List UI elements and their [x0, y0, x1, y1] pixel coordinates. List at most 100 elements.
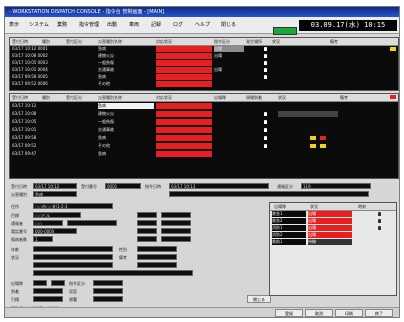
menu-item[interactable]: ヘルプ — [195, 21, 210, 28]
status-cell — [156, 60, 212, 66]
menu-item[interactable]: 閉じる — [221, 21, 236, 28]
table-row[interactable]: 03/17 09:52 その他 — [10, 143, 398, 149]
table-row[interactable]: 03/17 10:12 0001 急病 出場 — [10, 46, 398, 52]
field[interactable] — [137, 212, 157, 218]
register-button[interactable]: 登録 — [275, 309, 303, 317]
table-row[interactable]: 03/17 10:01 交通事故 — [10, 127, 398, 133]
menu-item[interactable]: 記録 — [151, 21, 161, 28]
print-button[interactable]: 印刷 — [335, 309, 363, 317]
window-title: - WORKSTATION DISPATCH CONSOLE - 指令台 管制画… — [5, 7, 399, 17]
menu-item[interactable]: 指令管理 — [79, 21, 99, 28]
cell: 救助1 — [272, 239, 306, 245]
field-label: 災害種別 — [11, 192, 27, 197]
table-row[interactable]: 消防1 出場 — [270, 225, 396, 231]
field[interactable] — [93, 280, 123, 286]
condition-field[interactable] — [33, 254, 113, 260]
field[interactable] — [137, 262, 177, 268]
col-header: 受付区分 — [66, 95, 82, 100]
field-label: 通報区分 — [277, 184, 293, 189]
field[interactable] — [93, 288, 123, 294]
field[interactable] — [33, 288, 63, 294]
cell: 救急2 — [272, 218, 306, 224]
status-cell: 出場 — [308, 218, 352, 224]
field[interactable] — [137, 228, 157, 234]
field[interactable] — [51, 280, 65, 286]
field[interactable] — [161, 228, 191, 234]
cancel-button[interactable]: 取消 — [305, 309, 333, 317]
menu-item[interactable]: 表示 — [9, 21, 19, 28]
field[interactable] — [33, 262, 113, 268]
table-row[interactable]: 03/17 10:08 建物火災 — [10, 111, 398, 117]
table-row[interactable]: 救急1 出場 — [270, 211, 396, 217]
col-header: 備考 — [330, 39, 338, 44]
field-label: 目標 — [11, 213, 19, 218]
field[interactable] — [33, 280, 47, 286]
person-icon — [264, 47, 267, 51]
field[interactable] — [137, 236, 157, 242]
cell: 急病 — [98, 151, 106, 156]
close-button[interactable]: 閉じる — [247, 295, 271, 303]
table-row[interactable]: 03/17 09:47 急病 — [10, 151, 398, 157]
field[interactable] — [93, 296, 123, 302]
cell: 03/17 10:05 — [12, 119, 37, 124]
menu-item[interactable]: ログ — [173, 21, 183, 28]
field[interactable] — [67, 220, 117, 226]
table-row[interactable]: 03/17 10:01 0004 交通事故 出場 — [10, 67, 398, 73]
address-field[interactable]: ○○市○○町1-2-3 — [33, 203, 113, 209]
field[interactable] — [161, 236, 191, 242]
patient-count-field[interactable]: 1 — [33, 236, 53, 242]
received-number-field[interactable]: 0001 — [105, 183, 141, 189]
table-row[interactable]: 03/17 10:08 0002 建物火災 出場 — [10, 53, 398, 59]
col-header: 出場隊 — [274, 204, 286, 209]
cell: 建物火災 — [98, 111, 114, 116]
app-window: - WORKSTATION DISPATCH CONSOLE - 指令台 管制画… — [4, 6, 400, 318]
received-time-field[interactable]: 03/17 10:12 — [33, 183, 77, 189]
person-icon — [378, 226, 381, 230]
status-cell — [156, 135, 212, 141]
table-row[interactable]: 03/17 09:58 急病 — [10, 135, 398, 141]
col-header: 現場到着 — [246, 95, 262, 100]
cell: 救急1 — [272, 211, 306, 217]
person-icon — [378, 212, 381, 216]
cell: 急病 — [98, 74, 106, 79]
table-header: 受付日時 種別 受付区分 災害種別名称 対応状況 指令区分 発生場所 状況 備考 — [10, 38, 398, 46]
remarks-field[interactable] — [137, 254, 177, 260]
caller-field[interactable]: ○○ — [33, 220, 63, 226]
cell: 03/17 09:52 0006 — [12, 81, 48, 86]
phone-field[interactable]: 000-0000 — [33, 228, 77, 234]
table-row[interactable]: 救急2 出場 — [270, 218, 396, 224]
menu-item[interactable]: システム — [29, 21, 49, 28]
field[interactable] — [33, 270, 193, 276]
table-header: 受付日時 種別 受付区分 災害種別名称 対応状況 出場隊 現場到着 状況 備考 — [10, 94, 398, 102]
sex-field[interactable] — [137, 246, 177, 252]
cell: 03/17 09:58 — [12, 135, 37, 140]
field[interactable] — [137, 220, 157, 226]
menu-item[interactable]: 車両 — [129, 21, 139, 28]
field[interactable] — [161, 220, 191, 226]
cell: その他 — [98, 143, 110, 148]
landmark-field[interactable]: ○○ビル — [33, 212, 81, 218]
field[interactable] — [33, 296, 63, 302]
menu-item[interactable]: 出動 — [107, 21, 117, 28]
disaster-type-field[interactable]: 急病 — [33, 191, 77, 197]
field[interactable] — [161, 212, 191, 218]
table-row[interactable]: 03/17 09:58 0005 急病 — [10, 74, 398, 80]
info-field[interactable] — [169, 191, 369, 197]
menu-item[interactable]: 業務 — [57, 21, 67, 28]
age-field[interactable] — [33, 246, 113, 252]
table-row[interactable]: 03/17 09:52 0006 その他 — [10, 81, 398, 87]
table-row[interactable]: 03/17 10:05 0003 一般負傷 — [10, 60, 398, 66]
exit-button[interactable]: 終了 — [365, 309, 393, 317]
table-row[interactable]: 03/17 10:12 急病 — [10, 103, 398, 109]
table-row[interactable]: 救助1 待機 — [270, 239, 396, 245]
table-row[interactable]: 消防2 出場 — [270, 232, 396, 238]
cell: 03/17 10:05 0003 — [12, 60, 48, 65]
table-row[interactable]: 03/17 10:05 一般負傷 — [10, 119, 398, 125]
status-dot — [320, 136, 326, 140]
field-label: 帰署 — [69, 297, 77, 302]
cell: 03/17 10:01 0004 — [12, 67, 48, 72]
report-type-field[interactable]: 119 — [301, 183, 371, 189]
dispatch-time-field[interactable]: 03/17 10:13 — [169, 183, 269, 189]
person-icon — [264, 128, 267, 132]
person-icon — [264, 144, 267, 148]
